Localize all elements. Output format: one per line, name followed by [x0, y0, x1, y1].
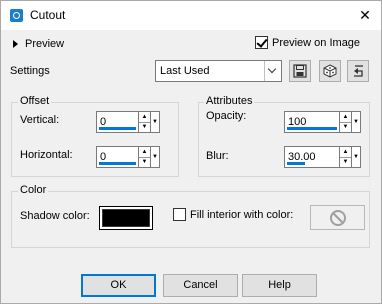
vertical-label: Vertical: — [20, 114, 60, 126]
blur-slider-bar — [287, 162, 305, 165]
horizontal-spin-arrows[interactable]: ▲ ▼ — [139, 146, 151, 168]
expand-triangle-icon — [13, 40, 18, 48]
shadow-color-fill — [102, 209, 150, 227]
horizontal-stepper[interactable]: 0 ▲ ▼ ▼ — [96, 146, 160, 168]
vertical-stepper[interactable]: 0 ▲ ▼ ▼ — [96, 111, 160, 133]
vertical-dropdown-icon[interactable]: ▼ — [151, 111, 160, 133]
randomize-icon — [323, 64, 337, 78]
preview-label: Preview — [25, 38, 65, 50]
close-button[interactable]: ✕ — [349, 1, 381, 30]
vertical-input[interactable]: 0 — [96, 111, 139, 133]
offset-group-label: Offset — [18, 95, 52, 107]
horizontal-dropdown-icon[interactable]: ▼ — [151, 146, 160, 168]
window-title: Cutout — [30, 8, 66, 22]
save-preset-button[interactable] — [289, 60, 311, 82]
shadow-color-label: Shadow color: — [20, 210, 90, 222]
vertical-spin-arrows[interactable]: ▲ ▼ — [139, 111, 151, 133]
blur-stepper[interactable]: 30.00 ▲ ▼ ▼ — [284, 146, 361, 168]
opacity-slider-bar — [287, 127, 337, 130]
reset-icon — [354, 65, 363, 77]
opacity-dropdown-icon[interactable]: ▼ — [352, 111, 361, 133]
preview-on-image-label: Preview on Image — [272, 36, 361, 49]
opacity-stepper[interactable]: 100 ▲ ▼ ▼ — [284, 111, 361, 133]
blur-dropdown-icon[interactable]: ▼ — [352, 146, 361, 168]
color-group-label: Color — [18, 184, 49, 196]
fill-interior-checkbox[interactable]: Fill interior with color: — [173, 208, 293, 221]
preview-toggle[interactable]: Preview — [13, 37, 64, 51]
checkbox-box[interactable] — [255, 36, 268, 49]
opacity-spin-arrows[interactable]: ▲ ▼ — [340, 111, 352, 133]
shadow-color-swatch[interactable] — [99, 206, 153, 230]
no-color-icon — [329, 209, 346, 226]
attributes-group-label: Attributes — [204, 95, 255, 107]
horizontal-input[interactable]: 0 — [96, 146, 139, 168]
preset-select[interactable]: Last Used — [155, 60, 282, 82]
title-bar: Cutout ✕ — [1, 1, 381, 30]
randomize-button[interactable] — [319, 60, 341, 82]
horizontal-slider-bar — [99, 162, 136, 165]
app-icon — [10, 9, 23, 22]
cutout-dialog: Cutout ✕ Preview Preview on Image Settin… — [0, 0, 382, 304]
blur-label: Blur: — [206, 150, 229, 162]
opacity-input[interactable]: 100 — [284, 111, 340, 133]
ok-button[interactable]: OK — [81, 274, 156, 297]
vertical-slider-bar — [99, 127, 136, 130]
preview-on-image-checkbox[interactable]: Preview on Image — [255, 36, 360, 49]
reset-button[interactable] — [347, 60, 369, 82]
fill-interior-label: Fill interior with color: — [190, 208, 294, 221]
opacity-label: Opacity: — [206, 110, 247, 122]
help-button[interactable]: Help — [242, 274, 317, 297]
preset-value: Last Used — [160, 65, 210, 77]
cancel-button[interactable]: Cancel — [163, 274, 238, 297]
fill-color-swatch[interactable] — [310, 205, 365, 230]
save-preset-icon — [293, 64, 307, 78]
settings-label: Settings — [10, 65, 50, 77]
fill-interior-box[interactable] — [173, 208, 186, 221]
blur-input[interactable]: 30.00 — [284, 146, 340, 168]
horizontal-label: Horizontal: — [20, 149, 73, 161]
blur-spin-arrows[interactable]: ▲ ▼ — [340, 146, 352, 168]
chevron-down-icon[interactable] — [264, 61, 281, 81]
